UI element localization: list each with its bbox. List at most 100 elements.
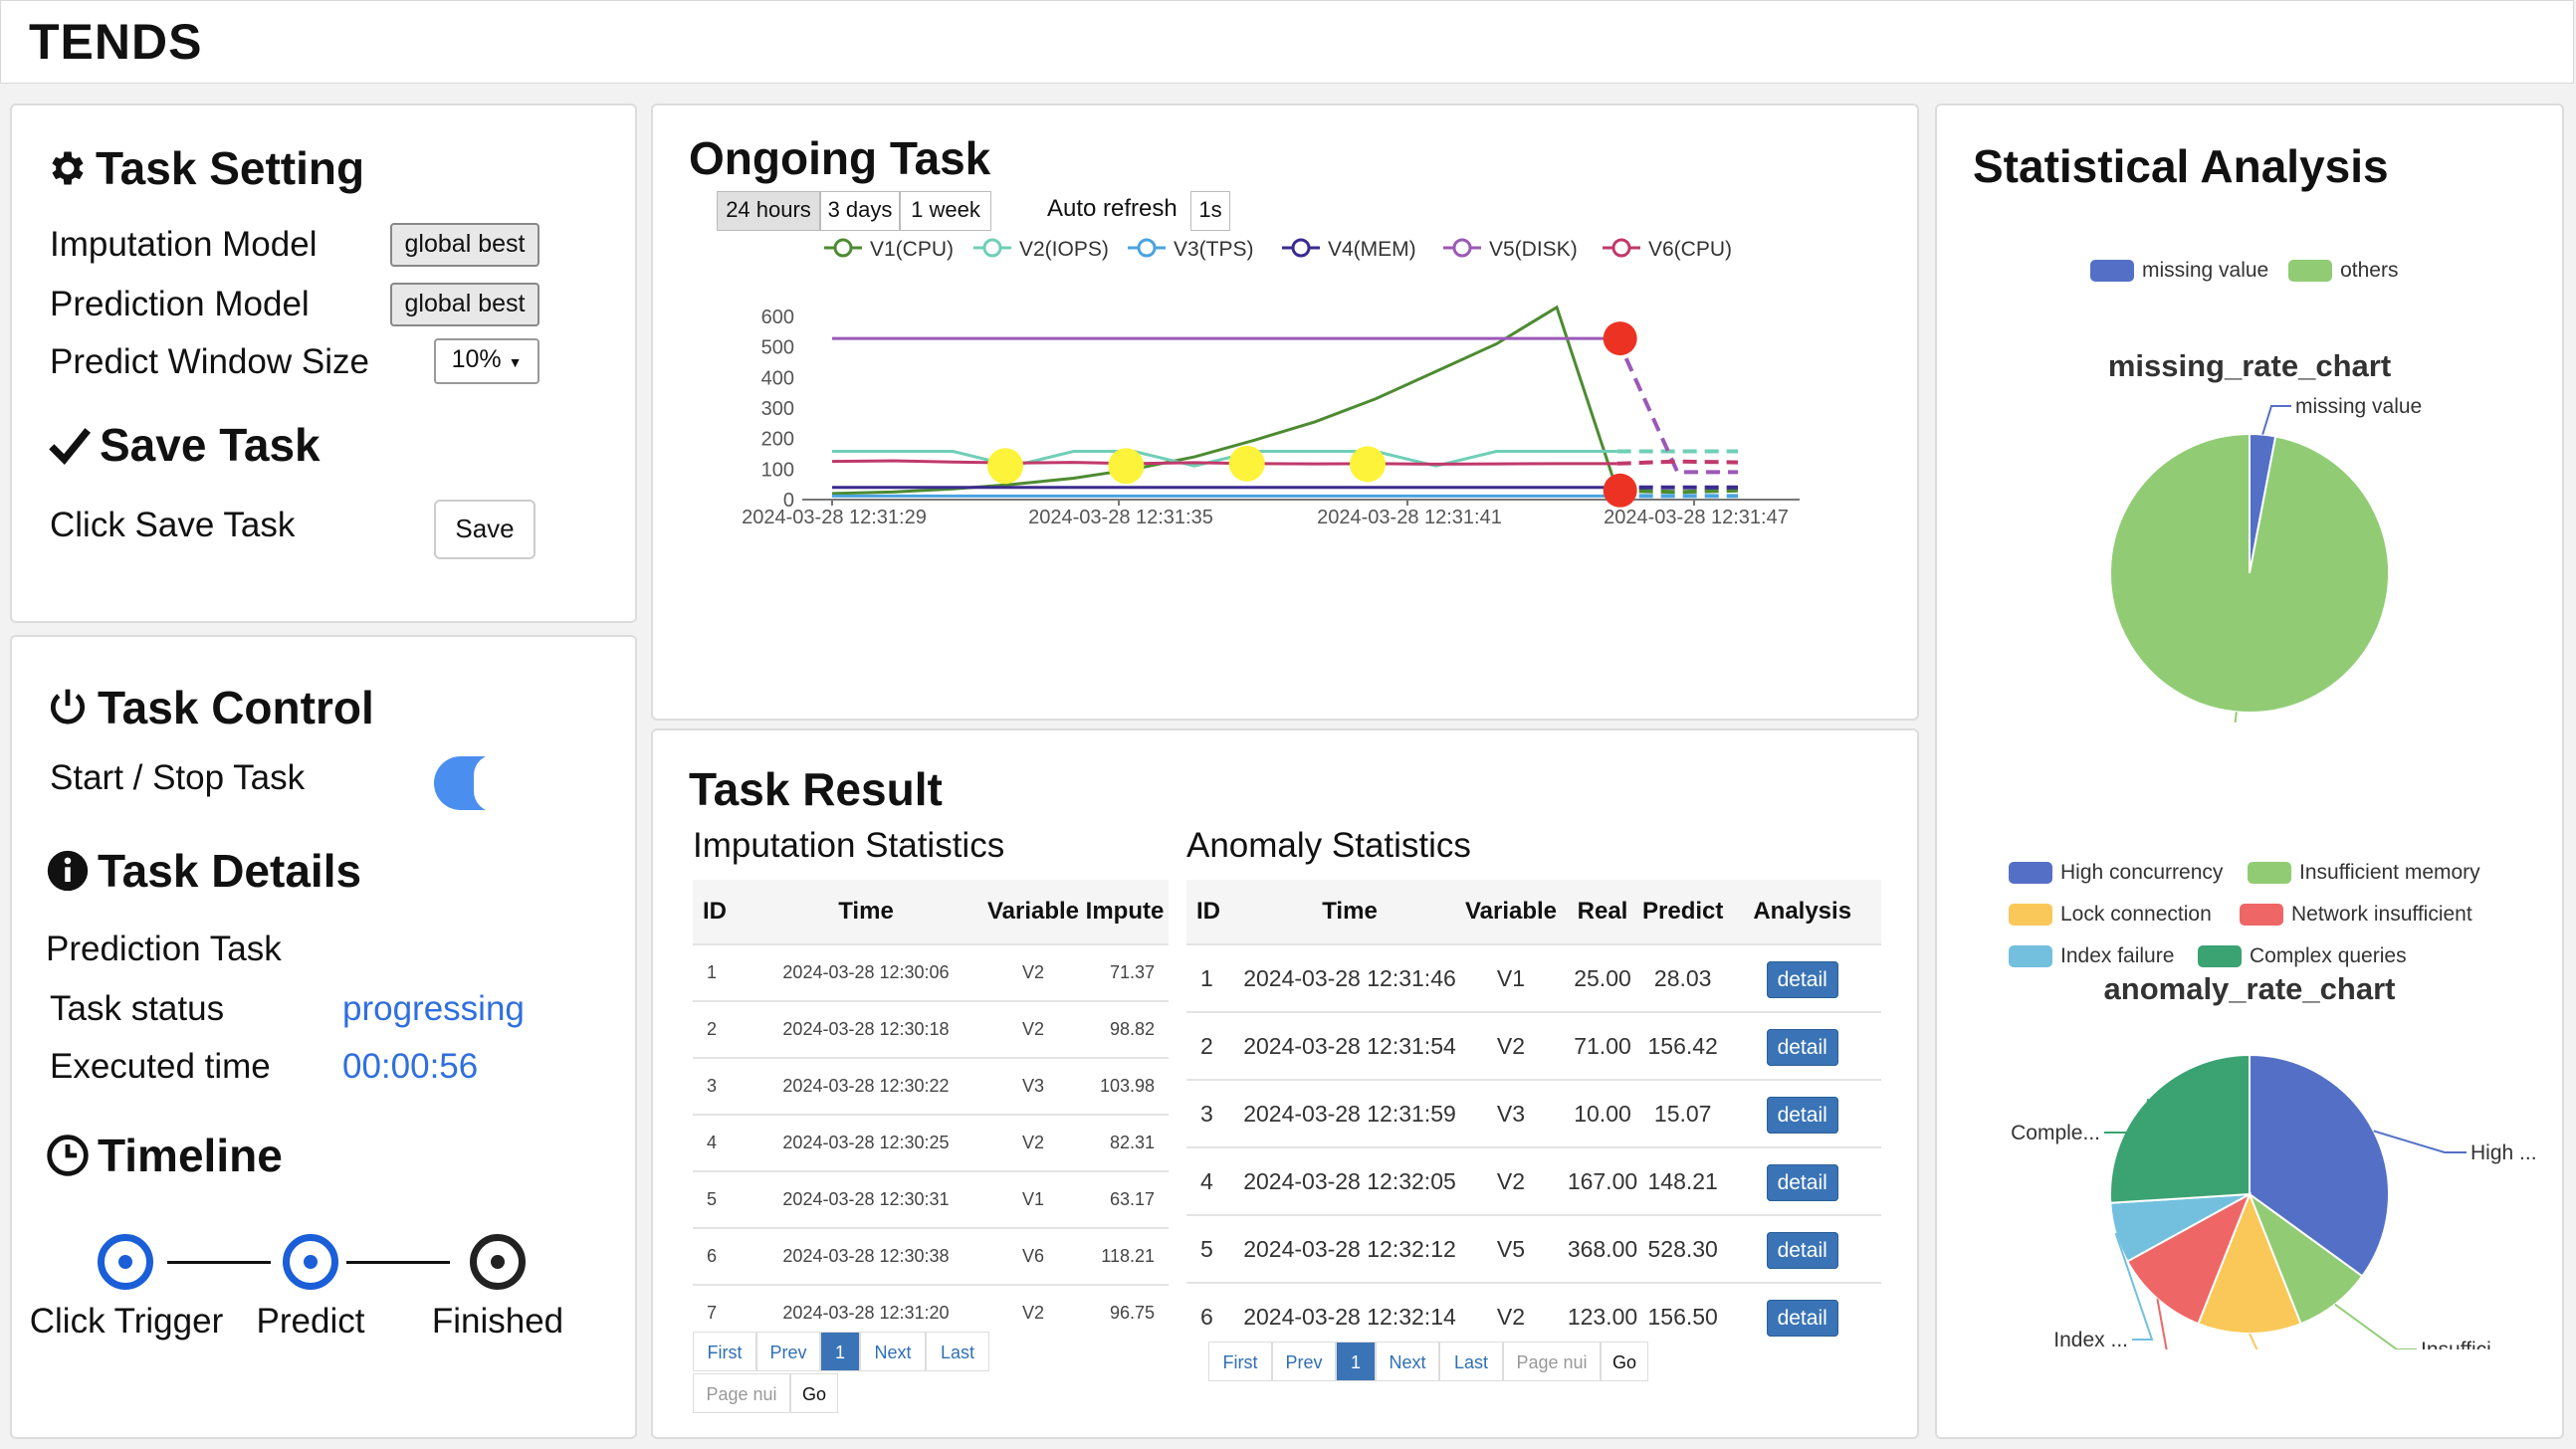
analysis-cell: detail: [1723, 1079, 1881, 1147]
legend-item-v2-iops-[interactable]: V2(IOPS): [973, 238, 1109, 261]
legend-item-v3-tps-[interactable]: V3(TPS): [1128, 238, 1254, 261]
table-cell: V1: [985, 1170, 1081, 1228]
table-cell: V2: [985, 943, 1081, 1001]
executed-time-label: Executed time: [50, 1047, 271, 1086]
legend-marker: [1137, 238, 1157, 258]
last-page-button[interactable]: Last: [926, 1332, 989, 1371]
legend-item-others[interactable]: others: [2288, 259, 2398, 283]
pie-label-line: [2249, 1333, 2258, 1349]
legend-item-v4-mem-[interactable]: V4(MEM): [1282, 238, 1416, 261]
legend-item-high-concurrency[interactable]: High concurrency: [2009, 852, 2248, 894]
legend-item-missing-value[interactable]: missing value: [2090, 259, 2268, 283]
legend-label: V4(MEM): [1328, 238, 1416, 261]
legend-label: V5(DISK): [1489, 238, 1578, 261]
table-cell: V2: [1459, 1011, 1563, 1080]
app-title: TENDS: [29, 14, 203, 70]
anomaly-pager: First Prev 1 Next Last Page nui Go: [1208, 1342, 1648, 1381]
timeline: Click Trigger Predict Finished: [12, 1234, 635, 1433]
page-number-input[interactable]: Page nui: [1503, 1342, 1601, 1381]
y-tick-label: 400: [761, 367, 794, 389]
legend-marker: [1291, 238, 1311, 258]
table-cell: 2024-03-28 12:30:38: [747, 1227, 985, 1285]
legend-marker: [1452, 238, 1472, 258]
anomaly-table: ID Time Variable Real Predict Analysis 1…: [1186, 880, 1881, 1349]
start-stop-toggle[interactable]: [434, 754, 516, 812]
detail-button[interactable]: detail: [1766, 1028, 1838, 1066]
statistical-title: Statistical Analysis: [1973, 140, 2389, 192]
current-page-button[interactable]: 1: [1336, 1342, 1376, 1381]
prev-page-button[interactable]: Prev: [1272, 1342, 1336, 1381]
toggle-knob: [474, 754, 516, 812]
task-control-panel: Task Control Start / Stop Task Task Deta…: [10, 635, 637, 1439]
imputation-pager-jump: Page nui Go: [693, 1373, 838, 1413]
table-cell: 2024-03-28 12:32:14: [1240, 1282, 1459, 1349]
anomaly-point: [1603, 473, 1637, 508]
save-hint: Click Save Task: [50, 506, 296, 544]
pie-label: High ...: [2470, 1141, 2537, 1164]
last-page-button[interactable]: Last: [1439, 1342, 1503, 1381]
col-predict: Predict: [1642, 880, 1724, 944]
info-icon: [46, 849, 90, 904]
series-prediction-line: [1614, 337, 1738, 475]
legend-item-v1-cpu-[interactable]: V1(CPU): [824, 238, 954, 261]
detail-button[interactable]: detail: [1766, 1299, 1838, 1337]
prev-page-button[interactable]: Prev: [756, 1332, 820, 1371]
predict-window-select[interactable]: 10% ▼: [434, 338, 539, 384]
first-page-button[interactable]: First: [1208, 1342, 1272, 1381]
table-cell: 2024-03-28 12:30:22: [747, 1057, 985, 1115]
col-time: Time: [1240, 880, 1459, 944]
table-cell: 5: [1186, 1214, 1240, 1283]
table-row: 5 2024-03-28 12:32:12 V5 368.00 528.30 detail: [1186, 1214, 1881, 1283]
caret-down-icon: ▼: [508, 354, 523, 370]
table-cell: 2024-03-28 12:30:06: [747, 943, 985, 1001]
pie-label: Index ...: [2053, 1329, 2128, 1349]
detail-button[interactable]: detail: [1766, 1096, 1838, 1134]
pie-label-line: [2234, 712, 2238, 723]
analysis-cell: detail: [1723, 1011, 1881, 1080]
task-status-label: Task status: [50, 989, 225, 1028]
task-setting-panel: Task Setting Imputation Model global bes…: [10, 104, 637, 623]
legend-marker: [1611, 238, 1631, 258]
imputation-point: [1228, 445, 1265, 482]
table-row: 6 2024-03-28 12:32:14 V2 123.00 156.50 detail: [1186, 1282, 1881, 1349]
table-cell: V6: [985, 1227, 1081, 1285]
top-bar: TENDS: [0, 0, 2574, 84]
prediction-model-select[interactable]: global best: [390, 283, 539, 326]
legend-item-v6-cpu-[interactable]: V6(CPU): [1603, 238, 1732, 261]
current-page-button[interactable]: 1: [820, 1332, 860, 1371]
next-page-button[interactable]: Next: [860, 1332, 926, 1371]
legend-item-lock-connection[interactable]: Lock connection: [2009, 894, 2240, 935]
legend-item-v5-disk-[interactable]: V5(DISK): [1443, 238, 1578, 261]
legend-item-insufficient-memory[interactable]: Insufficient memory: [2248, 861, 2480, 885]
pie-label: Insuffici...: [2421, 1339, 2508, 1349]
table-cell: 4: [693, 1114, 747, 1171]
table-cell: 82.31: [1081, 1114, 1169, 1171]
next-page-button[interactable]: Next: [1376, 1342, 1439, 1381]
go-button[interactable]: Go: [1601, 1342, 1648, 1381]
go-button[interactable]: Go: [790, 1373, 838, 1413]
detail-button[interactable]: detail: [1766, 1231, 1838, 1269]
y-tick-label: 600: [761, 307, 794, 328]
first-page-button[interactable]: First: [693, 1332, 756, 1371]
table-cell: 3: [1186, 1079, 1240, 1147]
legend-item-network-insufficient[interactable]: Network insufficient: [2240, 903, 2472, 927]
imputation-title: Imputation Statistics: [693, 826, 1005, 865]
detail-button[interactable]: detail: [1766, 1163, 1838, 1201]
table-cell: 98.82: [1081, 1000, 1169, 1058]
table-cell: 2024-03-28 12:32:12: [1240, 1214, 1459, 1283]
table-row: 2 2024-03-28 12:31:54 V2 71.00 156.42 detail: [1186, 1011, 1881, 1080]
table-cell: 15.07: [1642, 1079, 1724, 1147]
toggle-label: Start / Stop Task: [50, 758, 306, 797]
step-label-finished: Finished: [431, 1302, 564, 1341]
page-number-input[interactable]: Page nui: [693, 1373, 790, 1413]
legend-item-complex-queries[interactable]: Complex queries: [2198, 944, 2407, 968]
table-row: 3 2024-03-28 12:30:22 V3 103.98: [693, 1057, 1169, 1115]
executed-time-value: 00:00:56: [342, 1047, 479, 1086]
table-cell: 368.00: [1563, 1214, 1642, 1283]
save-button[interactable]: Save: [434, 500, 536, 559]
imputation-model-select[interactable]: global best: [390, 223, 539, 267]
table-cell: V2: [985, 1000, 1081, 1058]
pie-label: Comple...: [2011, 1122, 2100, 1144]
step-label-predict: Predict: [256, 1302, 365, 1341]
detail-button[interactable]: detail: [1766, 960, 1838, 998]
